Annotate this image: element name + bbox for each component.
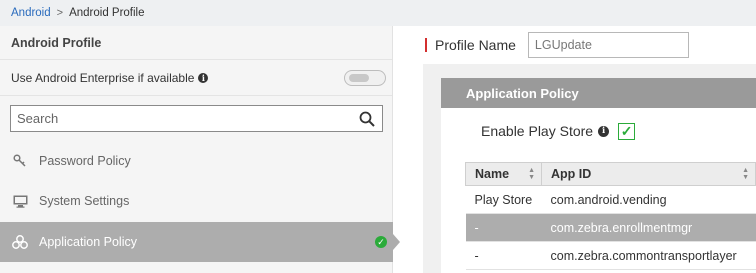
- main-content: Profile Name Application Policy Enable P…: [400, 26, 756, 273]
- status-check-icon: ✓: [375, 236, 387, 248]
- profile-name-label: Profile Name: [435, 37, 516, 53]
- table-row[interactable]: - com.zebra.enrollmentmgr: [465, 213, 756, 242]
- table-row[interactable]: Play Store com.android.vending: [465, 185, 756, 214]
- sidebar: Android Profile Use Android Enterprise i…: [0, 26, 400, 273]
- sort-icon[interactable]: ▲ ▼: [528, 167, 535, 181]
- required-marker: [425, 38, 427, 52]
- column-header-app-id[interactable]: App ID ▲ ▼: [541, 162, 756, 186]
- table-header-row: Name ▲ ▼ App ID ▲ ▼: [465, 162, 756, 186]
- column-header-name[interactable]: Name ▲ ▼: [465, 162, 542, 186]
- breadcrumb-current: Android Profile: [69, 7, 145, 19]
- sidebar-item-password-policy[interactable]: Password Policy: [0, 141, 393, 181]
- search-input[interactable]: [11, 106, 341, 131]
- app-id-cell: com.zebra.commontransportlayer: [541, 241, 756, 270]
- sidebar-item-system-settings[interactable]: System Settings: [0, 181, 393, 221]
- enable-play-store-row: Enable Play Store i ✓: [481, 121, 636, 141]
- enable-play-store-checkbox[interactable]: ✓: [618, 122, 636, 140]
- info-icon[interactable]: i: [198, 72, 209, 83]
- application-policy-header: Application Policy: [441, 78, 756, 108]
- app-name-cell: Play Store: [465, 185, 542, 214]
- enterprise-toggle[interactable]: [344, 70, 386, 86]
- app-name-cell: -: [465, 241, 542, 270]
- info-icon[interactable]: i: [598, 125, 610, 137]
- enterprise-label: Use Android Enterprise if available: [11, 70, 195, 85]
- application-policy-card: Application Policy Enable Play Store i ✓…: [441, 78, 756, 273]
- search-icon[interactable]: [359, 111, 375, 127]
- toggle-knob: [349, 74, 369, 82]
- apps-icon: [12, 235, 28, 249]
- sidebar-item-label: System Settings: [39, 194, 130, 208]
- policy-area: Application Policy Enable Play Store i ✓…: [423, 64, 756, 273]
- column-header-label: App ID: [551, 167, 592, 181]
- monitor-icon: [12, 194, 28, 208]
- breadcrumb-link-android[interactable]: Android: [11, 7, 51, 19]
- sidebar-item-application-policy[interactable]: Application Policy ✓: [0, 222, 400, 262]
- chevron-right-icon: >: [56, 7, 64, 19]
- key-icon: [12, 154, 28, 168]
- table-row[interactable]: - com.zebra.commontransportlayer: [465, 241, 756, 270]
- profile-name-field[interactable]: [527, 32, 689, 58]
- search-box: [10, 105, 383, 132]
- sidebar-title: Android Profile: [0, 26, 392, 60]
- column-header-label: Name: [475, 167, 510, 181]
- app-id-cell: com.zebra.enrollmentmgr: [541, 213, 756, 242]
- apps-table: Name ▲ ▼ App ID ▲ ▼ Play Store com.android…: [465, 162, 756, 270]
- app-id-cell: com.android.vending: [541, 185, 756, 214]
- enterprise-option-row: Use Android Enterprise if available i: [0, 60, 392, 96]
- sort-icon[interactable]: ▲ ▼: [742, 167, 749, 181]
- app-name-cell: -: [465, 213, 542, 242]
- sidebar-item-label: Application Policy: [39, 235, 137, 249]
- profile-name-row: Profile Name: [425, 32, 689, 58]
- sidebar-item-label: Password Policy: [39, 154, 131, 168]
- enable-play-store-label: Enable Play Store: [481, 123, 594, 139]
- breadcrumb: Android > Android Profile: [0, 0, 756, 26]
